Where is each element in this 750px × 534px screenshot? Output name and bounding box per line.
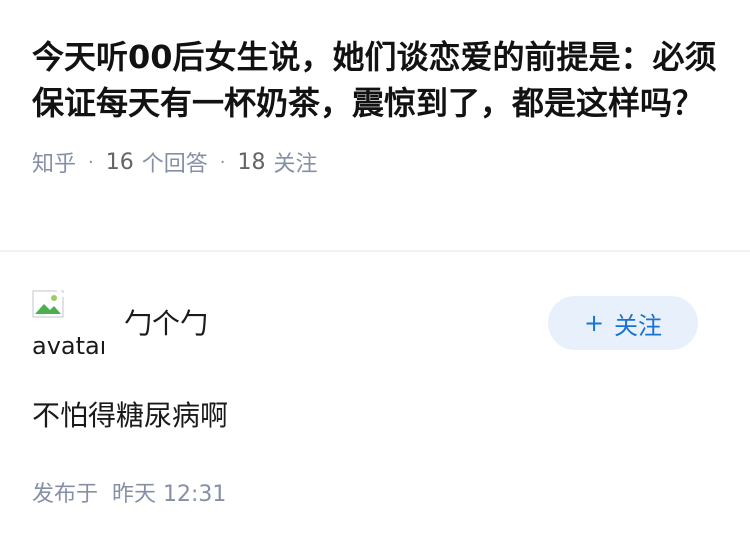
- plus-icon: +: [583, 309, 605, 337]
- avatar[interactable]: avatar: [32, 290, 104, 362]
- answer-item: avatar 勹个勹 + 关注 不怕得糖尿病啊 发布于 昨天 12:31: [0, 252, 750, 508]
- publish-info: 发布于 昨天 12:31: [32, 476, 718, 508]
- separator-dot: ·: [219, 151, 226, 173]
- answer-count-label: 个回答: [141, 152, 208, 177]
- author-name[interactable]: 勹个勹: [124, 302, 208, 342]
- question-meta: 知乎 · 16 个回答 · 18 关注: [32, 146, 718, 178]
- follow-button-label: 关注: [614, 311, 663, 340]
- author-row: avatar 勹个勹 + 关注: [32, 252, 718, 364]
- avatar-alt-text: avatar: [32, 332, 104, 360]
- site-name[interactable]: 知乎: [32, 146, 76, 178]
- answer-content[interactable]: 不怕得糖尿病啊: [32, 394, 718, 434]
- question-title[interactable]: 今天听00后女生说，她们谈恋爱的前提是：必须保证每天有一杯奶茶，震惊到了，都是这…: [32, 34, 722, 126]
- follow-button[interactable]: + 关注: [548, 296, 698, 350]
- answer-count: 16: [105, 149, 134, 175]
- publish-time: 昨天 12:31: [112, 482, 227, 507]
- follow-count-label: 关注: [273, 152, 318, 177]
- question-header: 今天听00后女生说，她们谈恋爱的前提是：必须保证每天有一杯奶茶，震惊到了，都是这…: [0, 0, 750, 250]
- follow-count: 18: [237, 149, 266, 175]
- broken-image-icon: [32, 290, 64, 318]
- publish-label: 发布于: [32, 482, 99, 507]
- separator-dot: ·: [88, 151, 94, 173]
